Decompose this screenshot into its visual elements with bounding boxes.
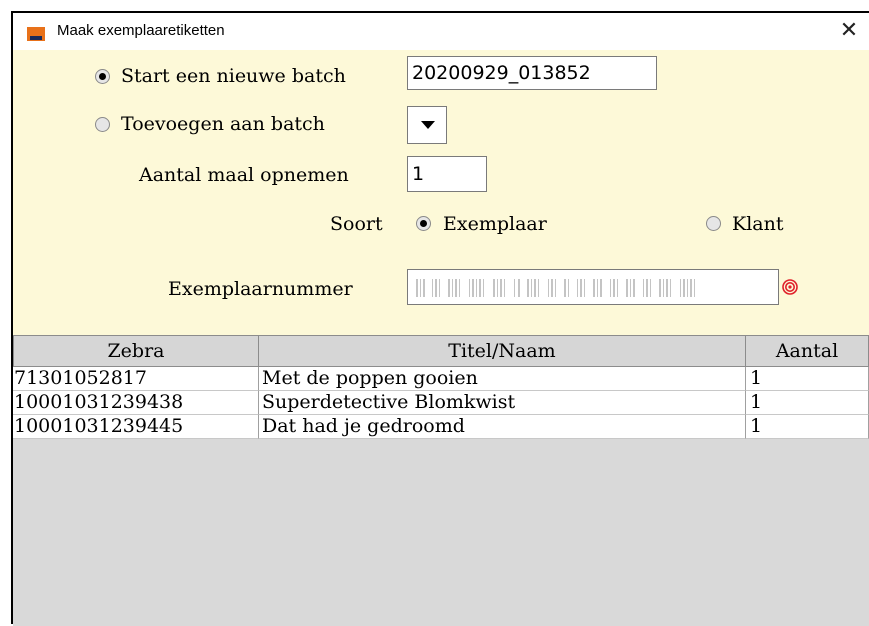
add-to-batch-radio[interactable] bbox=[95, 117, 110, 132]
column-header-zebra[interactable]: Zebra bbox=[13, 335, 259, 367]
cell-count: 1 bbox=[746, 391, 869, 415]
item-number-field[interactable] bbox=[407, 269, 779, 305]
sort-customer-label: Klant bbox=[732, 213, 784, 235]
title-bar[interactable]: Maak exemplaaretiketten ✕ bbox=[13, 13, 869, 49]
cell-zebra: 10001031239445 bbox=[13, 415, 259, 439]
cell-zebra: 10001031239438 bbox=[13, 391, 259, 415]
cell-count: 1 bbox=[746, 367, 869, 391]
add-to-batch-label: Toevoegen aan batch bbox=[121, 113, 325, 135]
window-title: Maak exemplaaretiketten bbox=[57, 22, 225, 39]
cell-zebra: 71301052817 bbox=[13, 367, 259, 391]
table-row[interactable]: 10001031239445 Dat had je gedroomd 1 bbox=[13, 415, 869, 439]
batch-form: Start een nieuwe batch 20200929_013852 T… bbox=[13, 50, 869, 338]
cell-title: Superdetective Blomkwist bbox=[259, 391, 746, 415]
sort-label: Soort bbox=[330, 213, 383, 235]
column-header-count[interactable]: Aantal bbox=[745, 335, 869, 367]
target-icon[interactable] bbox=[782, 279, 798, 295]
cell-title: Dat had je gedroomd bbox=[259, 415, 746, 439]
batch-name-field[interactable]: 20200929_013852 bbox=[407, 56, 657, 90]
count-label: Aantal maal opnemen bbox=[139, 164, 349, 186]
sort-item-radio[interactable] bbox=[416, 216, 431, 231]
item-number-label: Exemplaarnummer bbox=[168, 278, 353, 300]
new-batch-radio[interactable] bbox=[95, 69, 110, 84]
table-row[interactable]: 10001031239438 Superdetective Blomkwist … bbox=[13, 391, 869, 415]
count-field[interactable]: 1 bbox=[407, 156, 487, 192]
batch-select[interactable] bbox=[407, 106, 447, 144]
new-batch-label: Start een nieuwe batch bbox=[121, 65, 346, 87]
app-icon bbox=[27, 27, 45, 41]
dialog-window: Maak exemplaaretiketten ✕ Start een nieu… bbox=[11, 11, 869, 626]
sort-item-label: Exemplaar bbox=[443, 213, 547, 235]
cell-count: 1 bbox=[746, 415, 869, 439]
table-row[interactable]: 71301052817 Met de poppen gooien 1 bbox=[13, 367, 869, 391]
chevron-down-icon bbox=[421, 121, 435, 129]
column-header-title[interactable]: Titel/Naam bbox=[258, 335, 746, 367]
close-icon[interactable]: ✕ bbox=[835, 17, 863, 45]
table-header: Zebra Titel/Naam Aantal bbox=[13, 335, 869, 367]
sort-customer-radio[interactable] bbox=[706, 216, 721, 231]
labels-table: Zebra Titel/Naam Aantal 71301052817 Met … bbox=[13, 335, 869, 626]
barcode-icon bbox=[416, 279, 695, 297]
cell-title: Met de poppen gooien bbox=[259, 367, 746, 391]
